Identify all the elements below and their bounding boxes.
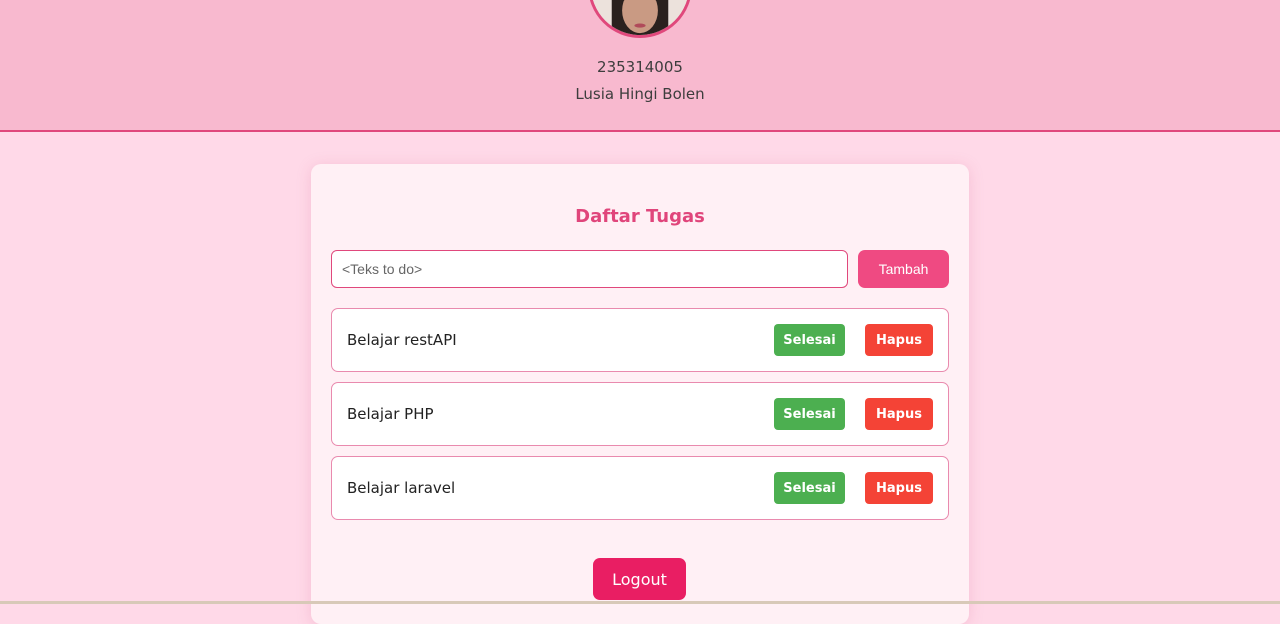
task-text: Belajar PHP [347, 405, 434, 423]
task-list: Belajar restAPI Selesai Hapus Belajar PH… [331, 308, 949, 530]
complete-task-button[interactable]: Selesai [774, 324, 845, 356]
logout-button[interactable]: Logout [593, 558, 686, 600]
todo-input[interactable] [331, 250, 848, 288]
delete-task-button[interactable]: Hapus [865, 472, 933, 504]
task-text: Belajar laravel [347, 479, 456, 497]
page-title: Daftar Tugas [575, 206, 705, 227]
profile-header: 235314005 Lusia Hingi Bolen [0, 0, 1280, 132]
delete-task-button[interactable]: Hapus [865, 398, 933, 430]
todo-card: Daftar Tugas Tambah Belajar restAPI Sele… [311, 164, 969, 624]
delete-task-button[interactable]: Hapus [865, 324, 933, 356]
task-item: Belajar restAPI Selesai Hapus [331, 308, 949, 372]
complete-task-button[interactable]: Selesai [774, 398, 845, 430]
task-text: Belajar restAPI [347, 331, 457, 349]
complete-task-button[interactable]: Selesai [774, 472, 845, 504]
task-item: Belajar PHP Selesai Hapus [331, 382, 949, 446]
add-task-button[interactable]: Tambah [858, 250, 949, 288]
avatar [588, 0, 692, 38]
user-name: Lusia Hingi Bolen [575, 85, 705, 103]
task-item: Belajar laravel Selesai Hapus [331, 456, 949, 520]
student-id: 235314005 [597, 58, 683, 76]
avatar-photo [591, 0, 689, 35]
